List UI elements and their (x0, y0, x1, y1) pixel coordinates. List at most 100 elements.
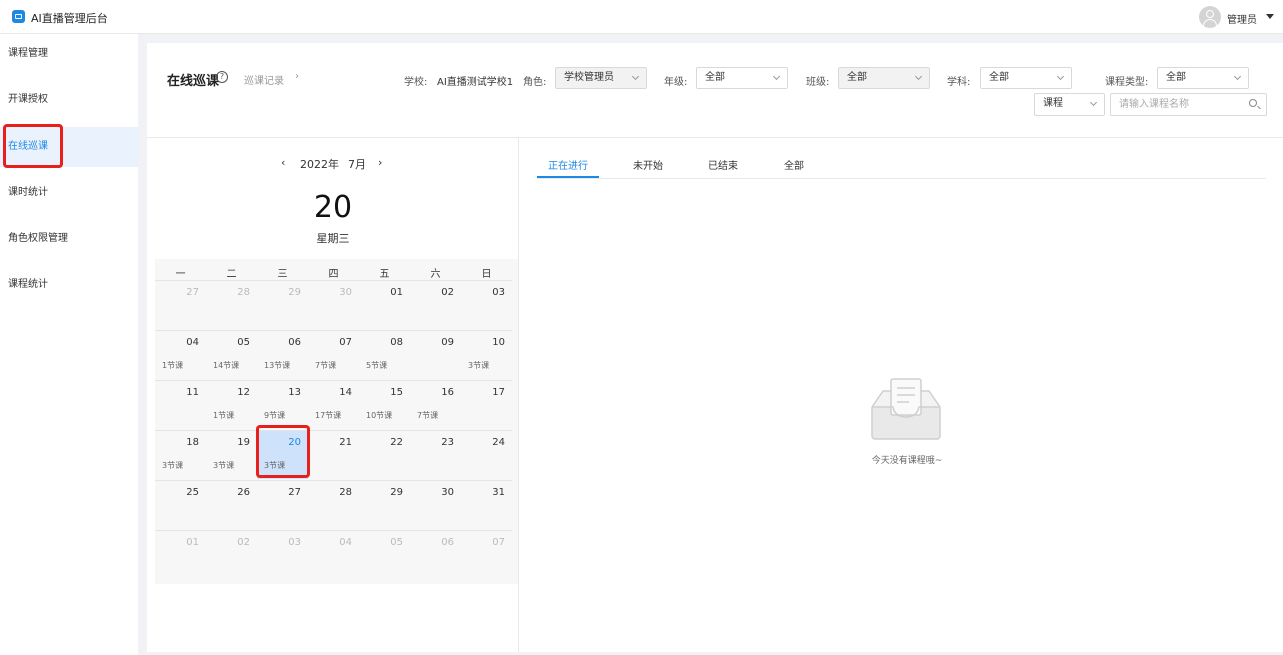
subject-select-value: 全部 (989, 72, 1009, 83)
calendar-day[interactable]: 01 (155, 530, 206, 579)
grade-select-value: 全部 (705, 72, 725, 83)
calendar-day[interactable]: 10 3节课 (461, 330, 512, 379)
course-search-input[interactable]: 请输入课程名称 (1110, 93, 1267, 116)
role-select[interactable]: 学校管理员 (555, 67, 647, 89)
calendar-day[interactable]: 01 (359, 280, 410, 329)
calendar-day[interactable]: 24 (461, 430, 512, 479)
calendar-grid: 一 二 三 四 五 六 日 27 28 29 30 01 02 03 04 1节课 05 14节课 06 13节课 07… (155, 259, 518, 584)
calendar-day[interactable]: 29 (257, 280, 308, 329)
calendar-day[interactable]: 16 7节课 (410, 380, 461, 429)
calendar-day[interactable]: 30 (410, 480, 461, 529)
main-panel: 在线巡课 ? 巡课记录 › 学校: AI直播测试学校1 角色: 学校管理员 年级… (147, 43, 1283, 652)
patrol-records-link[interactable]: 巡课记录 (244, 72, 284, 87)
day-number: 10 (492, 337, 505, 348)
weekday-header: 五 (379, 269, 390, 280)
sidebar-item-course-stats[interactable]: 课程统计 (0, 265, 138, 305)
course-type-select-value: 全部 (1166, 72, 1186, 83)
sidebar-item-role-permissions[interactable]: 角色权限管理 (0, 219, 138, 259)
chevron-down-icon (1089, 98, 1098, 107)
subject-select[interactable]: 全部 (980, 67, 1072, 89)
calendar-day[interactable]: 15 10节课 (359, 380, 410, 429)
day-number: 07 (339, 337, 352, 348)
calendar-day[interactable]: 22 (359, 430, 410, 479)
calendar-day[interactable]: 02 (410, 280, 461, 329)
calendar-day[interactable]: 03 (461, 280, 512, 329)
day-number: 07 (492, 537, 505, 548)
calendar-day[interactable]: 31 (461, 480, 512, 529)
chevron-right-icon[interactable]: › (295, 71, 299, 82)
lesson-count: 1节课 (213, 411, 235, 420)
calendar-day[interactable]: 18 3节课 (155, 430, 206, 479)
caret-down-icon[interactable] (1266, 14, 1274, 19)
search-icon[interactable] (1249, 99, 1257, 107)
course-type-select[interactable]: 全部 (1157, 67, 1249, 89)
calendar-day[interactable]: 17 (461, 380, 512, 429)
lesson-count: 3节课 (468, 361, 490, 370)
tab-all[interactable]: 全部 (784, 157, 804, 172)
calendar-day[interactable]: 27 (155, 280, 206, 329)
calendar-day[interactable]: 21 (308, 430, 359, 479)
user-avatar-icon[interactable] (1199, 6, 1221, 28)
day-number: 04 (186, 337, 199, 348)
calendar-day[interactable]: 03 (257, 530, 308, 579)
calendar-day[interactable]: 14 17节课 (308, 380, 359, 429)
top-bar: AI直播管理后台 管理员 (0, 0, 1283, 34)
day-number: 28 (237, 287, 250, 298)
chevron-down-icon (772, 72, 781, 81)
course-type-label: 课程类型: (1105, 77, 1149, 88)
help-icon[interactable]: ? (216, 71, 228, 83)
sidebar-item-class-hours-stats[interactable]: 课时统计 (0, 173, 138, 213)
calendar-day[interactable]: 25 (155, 480, 206, 529)
highlight-box-sidebar (3, 124, 63, 168)
class-select[interactable]: 全部 (838, 67, 930, 89)
calendar-day[interactable]: 26 (206, 480, 257, 529)
tab-ended[interactable]: 已结束 (708, 157, 738, 172)
calendar-day[interactable]: 08 5节课 (359, 330, 410, 379)
calendar-day[interactable]: 05 14节课 (206, 330, 257, 379)
calendar-day[interactable]: 06 (410, 530, 461, 579)
sidebar-item-course-authorization[interactable]: 开课授权 (0, 80, 138, 120)
day-number: 05 (390, 537, 403, 548)
calendar-day[interactable]: 11 (155, 380, 206, 429)
calendar-day[interactable]: 27 (257, 480, 308, 529)
calendar-day[interactable]: 02 (206, 530, 257, 579)
weekday-header: 一 (175, 269, 186, 280)
tab-not-started[interactable]: 未开始 (633, 157, 663, 172)
lesson-count: 9节课 (264, 411, 286, 420)
calendar-day[interactable]: 29 (359, 480, 410, 529)
calendar-day[interactable]: 04 (308, 530, 359, 579)
calendar-day[interactable]: 28 (308, 480, 359, 529)
calendar-panel: ‹ 2022年 7月 › 20 星期三 一 二 三 四 五 六 日 27 28 29 30 01 02 0… (147, 138, 519, 652)
search-scope-select[interactable]: 课程 (1034, 93, 1105, 116)
grade-select[interactable]: 全部 (696, 67, 788, 89)
user-name[interactable]: 管理员 (1227, 11, 1257, 26)
calendar-day[interactable]: 06 13节课 (257, 330, 308, 379)
tab-in-progress[interactable]: 正在进行 (548, 157, 588, 172)
day-number: 27 (186, 287, 199, 298)
lesson-count: 5节课 (366, 361, 388, 370)
day-number: 04 (339, 537, 352, 548)
calendar-day[interactable]: 07 (461, 530, 512, 579)
calendar-day[interactable]: 05 (359, 530, 410, 579)
day-number: 06 (288, 337, 301, 348)
calendar-day[interactable]: 19 3节课 (206, 430, 257, 479)
sidebar-item-course-management[interactable]: 课程管理 (0, 34, 138, 74)
next-month-button[interactable]: › (378, 156, 382, 169)
calendar-day[interactable]: 23 (410, 430, 461, 479)
day-number: 23 (441, 437, 454, 448)
calendar-day[interactable]: 30 (308, 280, 359, 329)
calendar-day[interactable]: 04 1节课 (155, 330, 206, 379)
calendar-day[interactable]: 12 1节课 (206, 380, 257, 429)
day-number: 30 (339, 287, 352, 298)
chevron-down-icon (1056, 72, 1065, 81)
role-label: 角色: (523, 77, 547, 88)
weekday-header: 四 (328, 269, 339, 280)
day-number: 16 (441, 387, 454, 398)
prev-month-button[interactable]: ‹ (281, 156, 285, 169)
calendar-day[interactable]: 09 (410, 330, 461, 379)
day-number: 06 (441, 537, 454, 548)
calendar-day[interactable]: 28 (206, 280, 257, 329)
day-number: 02 (441, 287, 454, 298)
calendar-day[interactable]: 13 9节课 (257, 380, 308, 429)
calendar-day[interactable]: 07 7节课 (308, 330, 359, 379)
